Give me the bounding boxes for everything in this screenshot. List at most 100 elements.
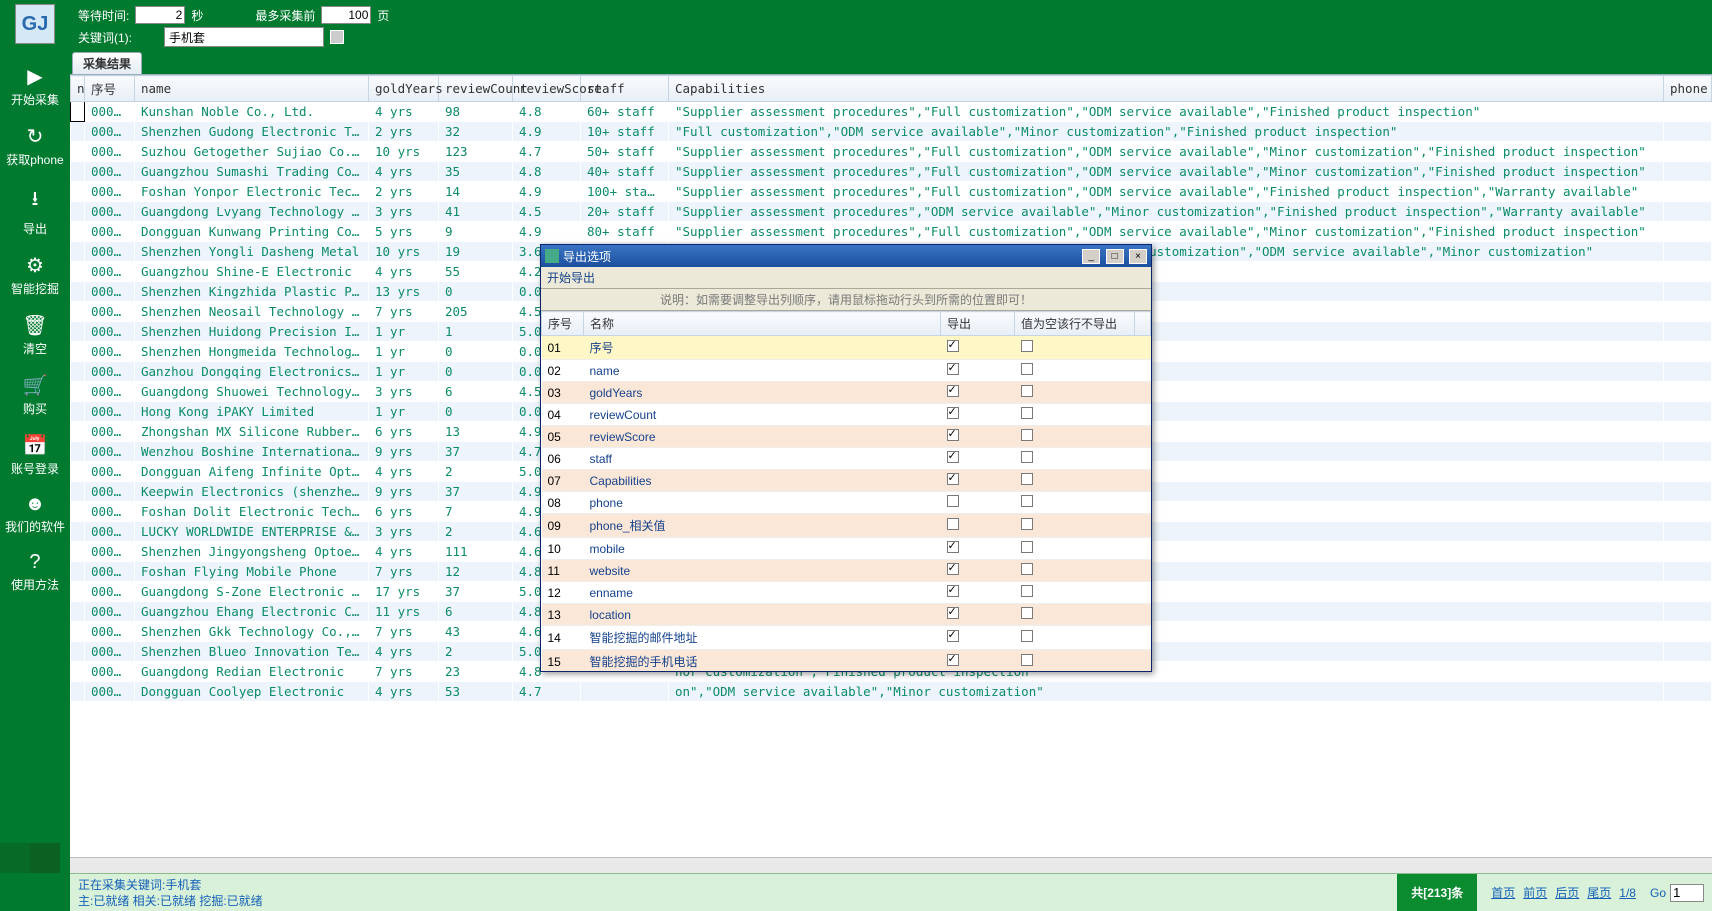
mcol-export[interactable]: 导出 [941,312,1015,336]
wait-input[interactable] [135,6,185,24]
table-row[interactable]: 000001Kunshan Noble Co., Ltd.4 yrs984.86… [71,102,1712,122]
export-checkbox[interactable] [947,340,959,352]
col-reviewscore[interactable]: reviewScore [513,76,581,102]
mcol-seq[interactable]: 序号 [542,312,584,336]
dialog-titlebar[interactable]: 导出选项 _ □ × [541,245,1151,267]
col-goldyears[interactable]: goldYears [369,76,439,102]
export-checkbox[interactable] [947,541,959,553]
tab-results[interactable]: 采集结果 [72,52,142,74]
col-name[interactable]: name [135,76,369,102]
go-input[interactable] [1670,884,1704,902]
skip-checkbox[interactable] [1021,585,1033,597]
skip-checkbox[interactable] [1021,630,1033,642]
export-checkbox[interactable] [947,385,959,397]
export-checkbox[interactable] [947,407,959,419]
skip-checkbox[interactable] [1021,340,1033,352]
export-field-row[interactable]: 15智能挖掘的手机电话 [542,650,1151,672]
nav-开始采集[interactable]: ▶开始采集 [5,56,65,116]
go-label: Go [1650,886,1666,900]
nav-label: 我们的软件 [5,518,65,535]
export-field-row[interactable]: 01序号 [542,336,1151,360]
skip-checkbox[interactable] [1021,385,1033,397]
table-row[interactable]: 000005Foshan Yonpor Electronic Technolog… [71,182,1712,202]
export-checkbox[interactable] [947,451,959,463]
table-row[interactable]: 000002Shenzhen Gudong Electronic Technol… [71,122,1712,142]
col-staff[interactable]: staff [581,76,669,102]
col-phone[interactable]: phone [1664,76,1712,102]
table-row[interactable]: 000006Guangdong Lvyang Technology Co., L… [71,202,1712,222]
dialog-app-icon [545,249,559,263]
minimize-icon[interactable]: _ [1082,249,1100,264]
pager-前页[interactable]: 前页 [1523,886,1547,900]
export-checkbox[interactable] [947,654,959,666]
max-input[interactable] [321,6,371,24]
export-checkbox[interactable] [947,563,959,575]
col-reviewcount[interactable]: reviewCount [439,76,513,102]
export-field-row[interactable]: 04reviewCount [542,404,1151,426]
app-logo: GJ [15,4,55,44]
export-field-row[interactable]: 08phone [542,492,1151,514]
col-n[interactable]: n [71,76,85,102]
export-checkbox[interactable] [947,495,959,507]
skip-checkbox[interactable] [1021,607,1033,619]
skip-checkbox[interactable] [1021,363,1033,375]
export-field-row[interactable]: 14智能挖掘的邮件地址 [542,626,1151,650]
horizontal-scrollbar[interactable] [70,857,1712,873]
export-checkbox[interactable] [947,607,959,619]
skip-checkbox[interactable] [1021,654,1033,666]
export-checkbox[interactable] [947,630,959,642]
skip-checkbox[interactable] [1021,407,1033,419]
pager-后页[interactable]: 后页 [1555,886,1579,900]
start-export-button[interactable]: 开始导出 [547,269,595,286]
pager-首页[interactable]: 首页 [1491,886,1515,900]
export-field-row[interactable]: 13location [542,604,1151,626]
export-field-row[interactable]: 03goldYears [542,382,1151,404]
col-capabilities[interactable]: Capabilities [669,76,1664,102]
mcol-skip[interactable]: 值为空该行不导出 [1015,312,1135,336]
export-checkbox[interactable] [947,585,959,597]
skip-checkbox[interactable] [1021,473,1033,485]
pager-1/8[interactable]: 1/8 [1619,886,1636,900]
nav-购买[interactable]: 🛒购买 [5,365,65,425]
export-field-row[interactable]: 10mobile [542,538,1151,560]
keyword-input[interactable] [164,27,324,47]
table-row[interactable]: 000004Guangzhou Sumashi Trading Company4… [71,162,1712,182]
export-field-row[interactable]: 12enname [542,582,1151,604]
close-icon[interactable]: × [1129,249,1147,264]
nav-使用方法[interactable]: ?使用方法 [5,543,65,601]
nav-智能挖掘[interactable]: ⚙智能挖掘 [5,245,65,305]
col-seq[interactable]: 序号 [85,76,135,102]
wait-label: 等待时间: [78,7,129,24]
export-checkbox[interactable] [947,518,959,530]
skip-checkbox[interactable] [1021,563,1033,575]
nav-label: 账号登录 [11,460,59,477]
export-field-row[interactable]: 09phone_相关值 [542,514,1151,538]
export-checkbox[interactable] [947,363,959,375]
maximize-icon[interactable]: □ [1106,249,1124,264]
skip-checkbox[interactable] [1021,429,1033,441]
export-field-row[interactable]: 02name [542,360,1151,382]
skip-checkbox[interactable] [1021,518,1033,530]
nav-账号登录[interactable]: 📅账号登录 [5,425,65,485]
table-row[interactable]: 000007Dongguan Kunwang Printing Co., Ltd… [71,222,1712,242]
export-field-row[interactable]: 11website [542,560,1151,582]
mcol-name[interactable]: 名称 [584,312,941,336]
export-checkbox[interactable] [947,473,959,485]
skip-checkbox[interactable] [1021,495,1033,507]
nav-我们的软件[interactable]: ☻我们的软件 [5,485,65,543]
table-row[interactable]: 000003Suzhou Getogether Sujiao Co., Ltd.… [71,142,1712,162]
nav-清空[interactable]: 🗑清空 [5,305,65,365]
export-field-row[interactable]: 07Capabilities [542,470,1151,492]
export-field-row[interactable]: 06staff [542,448,1151,470]
table-row[interactable]: 000030Dongguan Coolyep Electronic4 yrs53… [71,682,1712,702]
nav-导出[interactable]: ⭳导出 [5,176,65,245]
skip-checkbox[interactable] [1021,541,1033,553]
pager-尾页[interactable]: 尾页 [1587,886,1611,900]
nav-icon: ⚙ [26,253,44,278]
nav-获取phone[interactable]: ↻获取phone [5,116,65,176]
skip-checkbox[interactable] [1021,451,1033,463]
wait-unit: 秒 [191,7,203,24]
keyword-swatch[interactable] [330,30,344,44]
export-checkbox[interactable] [947,429,959,441]
export-field-row[interactable]: 05reviewScore [542,426,1151,448]
